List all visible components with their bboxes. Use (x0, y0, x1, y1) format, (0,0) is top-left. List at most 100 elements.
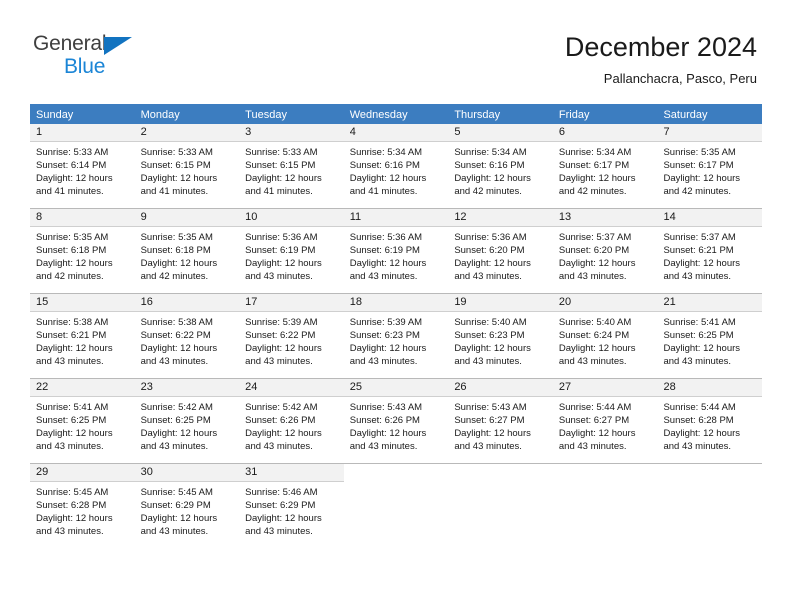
sunrise-text: Sunrise: 5:44 AM (663, 402, 736, 413)
sunset-text: Sunset: 6:24 PM (558, 330, 630, 341)
sunset-text: Sunset: 6:16 PM (349, 160, 420, 171)
daylight-text-line1: Daylight: 12 hours (245, 428, 322, 439)
day-details: Sunrise: 5:35 AM Sunset: 6:18 PM Dayligh… (135, 227, 240, 285)
daylight-text-line2: and 43 minutes. (36, 356, 104, 367)
daylight-text-line1: Daylight: 12 hours (663, 428, 741, 439)
day-cell[interactable]: 3 Sunrise: 5:33 AM Sunset: 6:15 PM Dayli… (239, 124, 344, 200)
day-cell[interactable]: 5 Sunrise: 5:34 AM Sunset: 6:16 PM Dayli… (448, 124, 553, 200)
day-cell[interactable]: 6 Sunrise: 5:34 AM Sunset: 6:17 PM Dayli… (552, 124, 658, 200)
daylight-text-line1: Daylight: 12 hours (245, 258, 322, 269)
daylight-text-line2: and 42 minutes. (36, 271, 104, 282)
day-details: Sunrise: 5:33 AM Sunset: 6:14 PM Dayligh… (30, 142, 135, 200)
logo-text-general: General (33, 32, 107, 55)
sunrise-text: Sunrise: 5:34 AM (454, 147, 527, 158)
sunset-text: Sunset: 6:18 PM (140, 245, 211, 256)
day-number: 11 (343, 209, 449, 227)
sunrise-text: Sunrise: 5:46 AM (245, 487, 318, 498)
day-number (657, 464, 762, 481)
daylight-text-line2: and 42 minutes. (140, 271, 209, 282)
day-details: Sunrise: 5:44 AM Sunset: 6:28 PM Dayligh… (657, 397, 762, 455)
daylight-text-line2: and 43 minutes. (349, 356, 418, 367)
day-cell[interactable]: 31 Sunrise: 5:46 AM Sunset: 6:29 PM Dayl… (239, 464, 344, 540)
sunset-text: Sunset: 6:26 PM (349, 415, 420, 426)
day-cell[interactable]: 4 Sunrise: 5:34 AM Sunset: 6:16 PM Dayli… (343, 124, 449, 200)
day-details: Sunrise: 5:38 AM Sunset: 6:22 PM Dayligh… (135, 312, 240, 370)
day-cell[interactable]: 9 Sunrise: 5:35 AM Sunset: 6:18 PM Dayli… (134, 209, 240, 285)
day-details: Sunrise: 5:42 AM Sunset: 6:26 PM Dayligh… (239, 397, 344, 455)
day-cell[interactable]: 20 Sunrise: 5:40 AM Sunset: 6:24 PM Dayl… (552, 294, 658, 370)
sunrise-text: Sunrise: 5:33 AM (36, 147, 109, 158)
day-cell[interactable]: 13 Sunrise: 5:37 AM Sunset: 6:20 PM Dayl… (552, 209, 658, 285)
generalblue-logo[interactable]: General Blue (33, 32, 143, 80)
day-number: 7 (657, 124, 763, 142)
day-number: 19 (448, 294, 553, 312)
day-details: Sunrise: 5:36 AM Sunset: 6:19 PM Dayligh… (344, 227, 449, 285)
day-cell[interactable]: 27 Sunrise: 5:44 AM Sunset: 6:27 PM Dayl… (552, 379, 658, 455)
day-cell[interactable]: 24 Sunrise: 5:42 AM Sunset: 6:26 PM Dayl… (239, 379, 344, 455)
calendar-page: General Blue December 2024 Pallanchacra,… (0, 0, 792, 612)
day-number (344, 464, 449, 481)
daylight-text-line1: Daylight: 12 hours (349, 258, 427, 269)
day-cell[interactable]: 23 Sunrise: 5:42 AM Sunset: 6:25 PM Dayl… (134, 379, 240, 455)
sunrise-text: Sunrise: 5:35 AM (663, 147, 736, 158)
day-cell[interactable]: 29 Sunrise: 5:45 AM Sunset: 6:28 PM Dayl… (30, 464, 135, 540)
daylight-text-line2: and 43 minutes. (558, 441, 627, 452)
day-cell[interactable]: 10 Sunrise: 5:36 AM Sunset: 6:19 PM Dayl… (239, 209, 344, 285)
day-number: 16 (134, 294, 240, 312)
daylight-text-line2: and 42 minutes. (558, 186, 627, 197)
daylight-text-line1: Daylight: 12 hours (663, 343, 741, 354)
day-number: 14 (657, 209, 763, 227)
day-cell[interactable]: 18 Sunrise: 5:39 AM Sunset: 6:23 PM Dayl… (343, 294, 449, 370)
day-details: Sunrise: 5:39 AM Sunset: 6:22 PM Dayligh… (239, 312, 344, 370)
day-cell[interactable]: 12 Sunrise: 5:36 AM Sunset: 6:20 PM Dayl… (448, 209, 553, 285)
day-number: 31 (239, 464, 344, 482)
location-subtitle: Pallanchacra, Pasco, Peru (603, 71, 757, 86)
day-cell[interactable]: 26 Sunrise: 5:43 AM Sunset: 6:27 PM Dayl… (448, 379, 553, 455)
day-cell[interactable]: 16 Sunrise: 5:38 AM Sunset: 6:22 PM Dayl… (134, 294, 240, 370)
daylight-text-line1: Daylight: 12 hours (349, 428, 427, 439)
day-details: Sunrise: 5:44 AM Sunset: 6:27 PM Dayligh… (553, 397, 658, 455)
day-number: 4 (343, 124, 449, 142)
day-details (344, 481, 449, 539)
sunrise-text: Sunrise: 5:36 AM (245, 232, 318, 243)
day-cell-empty (657, 464, 762, 540)
day-cell[interactable]: 19 Sunrise: 5:40 AM Sunset: 6:23 PM Dayl… (448, 294, 553, 370)
day-details (553, 481, 658, 539)
daylight-text-line1: Daylight: 12 hours (663, 258, 741, 269)
day-cell-empty (344, 464, 449, 540)
day-cell-empty (448, 464, 553, 540)
day-cell[interactable]: 28 Sunrise: 5:44 AM Sunset: 6:28 PM Dayl… (657, 379, 763, 455)
day-details: Sunrise: 5:42 AM Sunset: 6:25 PM Dayligh… (135, 397, 240, 455)
calendar-week-row: 22 Sunrise: 5:41 AM Sunset: 6:25 PM Dayl… (30, 378, 763, 455)
day-number: 2 (134, 124, 240, 142)
day-details: Sunrise: 5:45 AM Sunset: 6:29 PM Dayligh… (135, 482, 240, 540)
day-cell[interactable]: 1 Sunrise: 5:33 AM Sunset: 6:14 PM Dayli… (30, 124, 135, 200)
day-number: 18 (343, 294, 449, 312)
daylight-text-line1: Daylight: 12 hours (454, 428, 531, 439)
day-details (657, 481, 762, 539)
daylight-text-line1: Daylight: 12 hours (245, 513, 322, 524)
day-cell[interactable]: 7 Sunrise: 5:35 AM Sunset: 6:17 PM Dayli… (657, 124, 763, 200)
day-number: 8 (30, 209, 135, 227)
day-cell[interactable]: 2 Sunrise: 5:33 AM Sunset: 6:15 PM Dayli… (134, 124, 240, 200)
day-cell[interactable]: 15 Sunrise: 5:38 AM Sunset: 6:21 PM Dayl… (30, 294, 135, 370)
day-cell[interactable]: 17 Sunrise: 5:39 AM Sunset: 6:22 PM Dayl… (239, 294, 344, 370)
day-cell[interactable]: 21 Sunrise: 5:41 AM Sunset: 6:25 PM Dayl… (657, 294, 763, 370)
day-details: Sunrise: 5:37 AM Sunset: 6:21 PM Dayligh… (657, 227, 762, 285)
day-details: Sunrise: 5:41 AM Sunset: 6:25 PM Dayligh… (30, 397, 135, 455)
day-cell[interactable]: 8 Sunrise: 5:35 AM Sunset: 6:18 PM Dayli… (30, 209, 135, 285)
sunset-text: Sunset: 6:20 PM (454, 245, 525, 256)
weekday-header-saturday: Saturday (663, 109, 708, 121)
sunrise-text: Sunrise: 5:35 AM (140, 232, 213, 243)
sunrise-text: Sunrise: 5:45 AM (140, 487, 213, 498)
day-cell[interactable]: 14 Sunrise: 5:37 AM Sunset: 6:21 PM Dayl… (657, 209, 763, 285)
day-cell[interactable]: 22 Sunrise: 5:41 AM Sunset: 6:25 PM Dayl… (30, 379, 135, 455)
calendar-grid: Sunday Monday Tuesday Wednesday Thursday… (30, 104, 763, 540)
day-number: 26 (448, 379, 553, 397)
day-cell[interactable]: 30 Sunrise: 5:45 AM Sunset: 6:29 PM Dayl… (134, 464, 240, 540)
daylight-text-line1: Daylight: 12 hours (140, 513, 218, 524)
day-cell[interactable]: 25 Sunrise: 5:43 AM Sunset: 6:26 PM Dayl… (343, 379, 449, 455)
daylight-text-line1: Daylight: 12 hours (36, 173, 113, 184)
page-header: General Blue December 2024 Pallanchacra,… (0, 0, 792, 100)
day-cell[interactable]: 11 Sunrise: 5:36 AM Sunset: 6:19 PM Dayl… (343, 209, 449, 285)
